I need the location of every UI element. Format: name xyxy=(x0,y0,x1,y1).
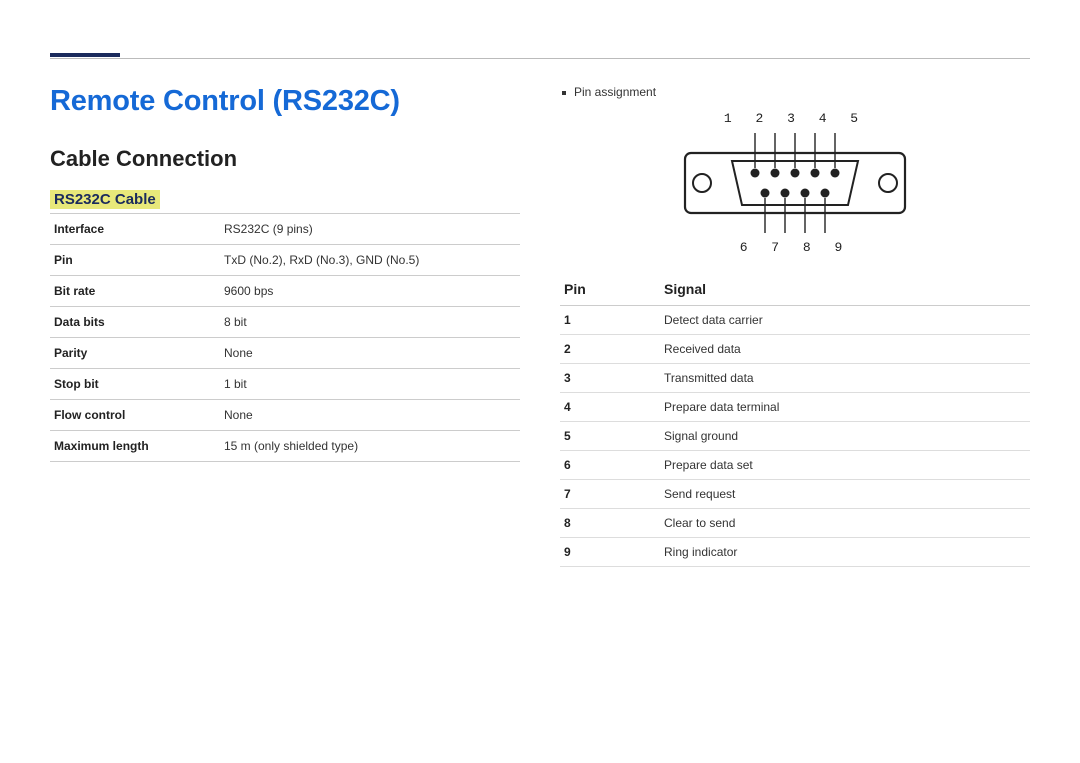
subsection-title: RS232C Cable xyxy=(50,190,160,209)
pin-assignment-label: Pin assignment xyxy=(562,85,1030,99)
pin-signal: Prepare data terminal xyxy=(660,393,1030,422)
table-row: Stop bit1 bit xyxy=(50,369,520,400)
section-title: Cable Connection xyxy=(50,146,520,172)
pin-number: 9 xyxy=(560,538,660,567)
pin-signal-table: Pin Signal 1Detect data carrier2Received… xyxy=(560,273,1030,567)
spec-value: None xyxy=(220,400,520,431)
spec-key: Interface xyxy=(50,214,220,245)
spec-value: 1 bit xyxy=(220,369,520,400)
spec-value: 15 m (only shielded type) xyxy=(220,431,520,462)
spec-table: InterfaceRS232C (9 pins)PinTxD (No.2), R… xyxy=(50,213,520,462)
pin-signal: Transmitted data xyxy=(660,364,1030,393)
top-pin-numbers: 1 2 3 4 5 xyxy=(560,111,1030,126)
pin-signal: Signal ground xyxy=(660,422,1030,451)
pin-signal: Detect data carrier xyxy=(660,306,1030,335)
table-row: ParityNone xyxy=(50,338,520,369)
pin-number: 8 xyxy=(560,509,660,538)
spec-key: Pin xyxy=(50,245,220,276)
table-row: Bit rate9600 bps xyxy=(50,276,520,307)
spec-key: Flow control xyxy=(50,400,220,431)
pin-number: 5 xyxy=(560,422,660,451)
page-title: Remote Control (RS232C) xyxy=(50,85,520,118)
table-row: 1Detect data carrier xyxy=(560,306,1030,335)
pin-signal: Prepare data set xyxy=(660,451,1030,480)
pin-number: 2 xyxy=(560,335,660,364)
table-row: 9Ring indicator xyxy=(560,538,1030,567)
spec-key: Maximum length xyxy=(50,431,220,462)
pin-header: Pin xyxy=(560,273,660,306)
spec-key: Stop bit xyxy=(50,369,220,400)
table-row: Flow controlNone xyxy=(50,400,520,431)
pin-signal: Ring indicator xyxy=(660,538,1030,567)
table-row: 6Prepare data set xyxy=(560,451,1030,480)
table-row: 4Prepare data terminal xyxy=(560,393,1030,422)
spec-value: RS232C (9 pins) xyxy=(220,214,520,245)
pin-number: 7 xyxy=(560,480,660,509)
top-divider xyxy=(50,58,1030,63)
top-accent-bar xyxy=(50,53,120,57)
spec-key: Parity xyxy=(50,338,220,369)
table-row: InterfaceRS232C (9 pins) xyxy=(50,214,520,245)
table-row: 5Signal ground xyxy=(560,422,1030,451)
spec-key: Bit rate xyxy=(50,276,220,307)
bullet-icon xyxy=(562,91,566,95)
spec-value: TxD (No.2), RxD (No.3), GND (No.5) xyxy=(220,245,520,276)
pin-number: 3 xyxy=(560,364,660,393)
table-row: 2Received data xyxy=(560,335,1030,364)
bullet-text: Pin assignment xyxy=(574,85,656,99)
table-row: Maximum length15 m (only shielded type) xyxy=(50,431,520,462)
table-row: 8Clear to send xyxy=(560,509,1030,538)
bottom-pin-numbers: 6 7 8 9 xyxy=(560,240,1030,255)
right-column: Pin assignment 1 2 3 4 5 xyxy=(560,85,1030,567)
pin-signal: Clear to send xyxy=(660,509,1030,538)
left-column: Remote Control (RS232C) Cable Connection… xyxy=(50,85,520,567)
pin-signal: Received data xyxy=(660,335,1030,364)
pin-number: 6 xyxy=(560,451,660,480)
signal-header: Signal xyxy=(660,273,1030,306)
table-row: PinTxD (No.2), RxD (No.3), GND (No.5) xyxy=(50,245,520,276)
pin-signal: Send request xyxy=(660,480,1030,509)
table-row: 7Send request xyxy=(560,480,1030,509)
pin-number: 4 xyxy=(560,393,660,422)
spec-value: 8 bit xyxy=(220,307,520,338)
connector-diagram: 1 2 3 4 5 xyxy=(560,111,1030,255)
spec-value: 9600 bps xyxy=(220,276,520,307)
db9-connector-icon xyxy=(680,128,910,238)
pin-number: 1 xyxy=(560,306,660,335)
spec-key: Data bits xyxy=(50,307,220,338)
table-row: Data bits8 bit xyxy=(50,307,520,338)
spec-value: None xyxy=(220,338,520,369)
table-row: 3Transmitted data xyxy=(560,364,1030,393)
